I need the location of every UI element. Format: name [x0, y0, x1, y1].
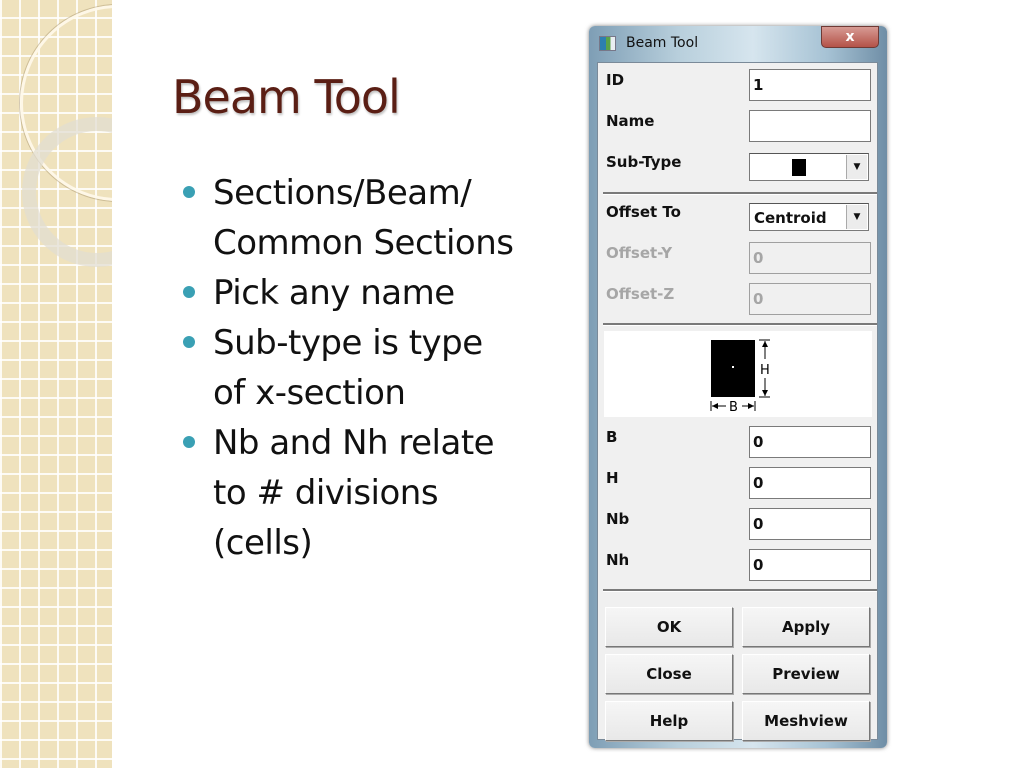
- nh-label: Nh: [606, 551, 630, 569]
- offset-z-input[interactable]: 0: [749, 283, 871, 315]
- offset-y-input[interactable]: 0: [749, 242, 871, 274]
- id-label: ID: [606, 71, 625, 89]
- divider: [603, 192, 877, 195]
- close-icon: x: [845, 29, 855, 45]
- rectangle-section-diagram: H B: [710, 339, 770, 415]
- window-close-button[interactable]: x: [821, 26, 879, 48]
- arrow-left-icon: [712, 403, 718, 409]
- chevron-down-icon[interactable]: ▼: [846, 155, 867, 179]
- nh-input[interactable]: 0: [749, 549, 871, 581]
- app-icon: [599, 36, 616, 51]
- b-input[interactable]: 0: [749, 426, 871, 458]
- nb-input[interactable]: 0: [749, 508, 871, 540]
- offset-to-value: Centroid: [754, 209, 827, 227]
- apply-button[interactable]: Apply: [742, 607, 870, 647]
- bullet-dot-icon: [183, 436, 195, 448]
- b-label: B: [606, 428, 618, 446]
- help-button[interactable]: Help: [605, 701, 733, 741]
- h-label: H: [606, 469, 619, 487]
- chevron-down-icon[interactable]: ▼: [846, 205, 867, 229]
- sub-type-label: Sub-Type: [606, 153, 682, 171]
- divider: [603, 589, 877, 592]
- section-preview: H B: [604, 331, 872, 417]
- bullet-item: Sub-type is type of x-section: [183, 318, 523, 418]
- window-title: Beam Tool: [626, 35, 699, 51]
- meshview-button[interactable]: Meshview: [742, 701, 870, 741]
- ok-button[interactable]: OK: [605, 607, 733, 647]
- bullet-item: Nb and Nh relate to # divisions (cells): [183, 418, 523, 568]
- bullet-item: Pick any name: [183, 268, 523, 318]
- name-input[interactable]: [749, 110, 871, 142]
- section-rect: [711, 340, 755, 397]
- solid-rectangle-icon: [792, 159, 806, 176]
- bullet-item: Sections/Beam/ Common Sections: [183, 168, 523, 268]
- sub-type-select[interactable]: ▼: [749, 153, 869, 181]
- name-label: Name: [606, 112, 655, 130]
- offset-z-label: Offset-Z: [606, 285, 675, 303]
- slide-title: Beam Tool: [172, 70, 401, 124]
- bullet-dot-icon: [183, 336, 195, 348]
- bullet-list: Sections/Beam/ Common Sections Pick any …: [183, 168, 523, 568]
- id-input[interactable]: 1: [749, 69, 871, 101]
- nb-label: Nb: [606, 510, 630, 528]
- arrow-up-icon: [762, 341, 768, 347]
- dim-b-label: B: [729, 400, 738, 415]
- beam-tool-dialog: Beam Tool x ID 1 Name Sub-Type ▼ Offset …: [589, 26, 887, 748]
- offset-y-label: Offset-Y: [606, 244, 673, 262]
- close-button[interactable]: Close: [605, 654, 733, 694]
- bullet-dot-icon: [183, 286, 195, 298]
- centroid-dot: [732, 366, 734, 368]
- arrow-down-icon: [762, 390, 768, 396]
- h-input[interactable]: 0: [749, 467, 871, 499]
- arrow-right-icon: [748, 403, 754, 409]
- dim-h-label: H: [760, 363, 770, 378]
- divider: [603, 323, 877, 326]
- title-bar[interactable]: Beam Tool x: [589, 26, 887, 62]
- offset-to-label: Offset To: [606, 203, 681, 221]
- decorative-band: [0, 0, 112, 768]
- bullet-dot-icon: [183, 186, 195, 198]
- offset-to-select[interactable]: Centroid ▼: [749, 203, 869, 231]
- preview-button[interactable]: Preview: [742, 654, 870, 694]
- dialog-body: ID 1 Name Sub-Type ▼ Offset To Centroid …: [597, 62, 878, 741]
